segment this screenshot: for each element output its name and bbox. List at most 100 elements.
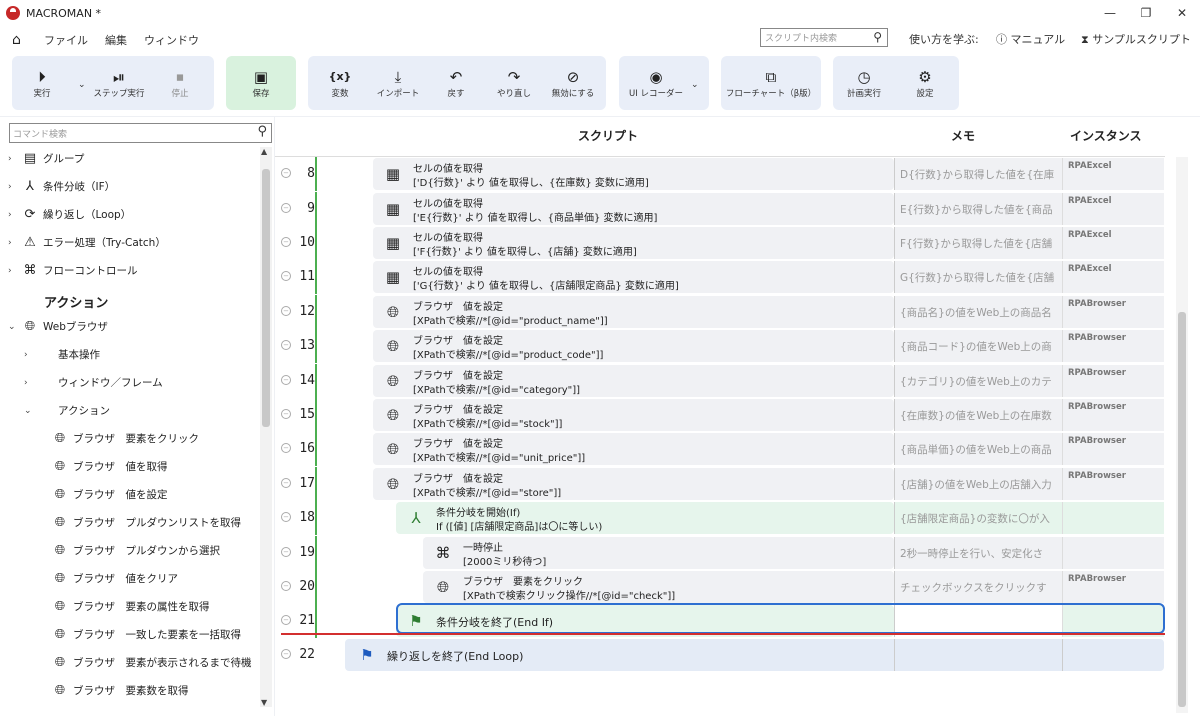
instance-cell[interactable]: RPABrowser xyxy=(1062,365,1164,397)
scroll-down-icon[interactable]: ▼ xyxy=(261,698,267,707)
instance-cell[interactable] xyxy=(1062,537,1164,569)
script-scroll-thumb[interactable] xyxy=(1178,312,1186,707)
script-row[interactable]: − 9 ▦ セルの値を取得 ['E{行数}' より 値を取得し、{商品単価} 変数に適用… xyxy=(275,192,1170,226)
script-row[interactable]: −22 ⚑ 繰り返しを終了(End Loop) xyxy=(275,638,1170,672)
sidebar-item-loop[interactable]: › ⟳ 繰り返し（Loop） xyxy=(8,207,131,222)
sidebar-action-item[interactable]: 🌐︎ ブラウザ 要素の属性を取得 xyxy=(52,599,210,614)
instance-cell[interactable]: RPAExcel xyxy=(1062,158,1164,190)
sidebar-scroll-thumb[interactable] xyxy=(262,169,270,427)
instance-cell[interactable]: RPABrowser xyxy=(1062,330,1164,362)
instance-cell[interactable]: RPAExcel xyxy=(1062,227,1164,259)
script-row[interactable]: −10 ▦ セルの値を取得 ['F{行数}' より 値を取得し、{店舗} 変数に適用]… xyxy=(275,226,1170,260)
sidebar-item-if[interactable]: › ⅄ 条件分岐（IF） xyxy=(8,179,115,194)
sidebar-action-item[interactable]: 🌐︎ ブラウザ 値をクリア xyxy=(52,571,178,586)
schedule-button[interactable]: ◷ 計画実行 xyxy=(841,56,887,110)
row-toggle-icon[interactable]: − xyxy=(281,478,291,488)
row-toggle-icon[interactable]: − xyxy=(281,203,291,213)
memo-cell[interactable]: {商品単価}の値をWeb上の商品 xyxy=(894,433,1062,465)
save-button[interactable]: ▣ 保存 xyxy=(238,56,284,110)
script-step-card[interactable]: ⌘ 一時停止 [2000ミリ秒待つ] xyxy=(423,537,894,569)
menu-file[interactable]: ファイル xyxy=(44,32,88,48)
menu-edit[interactable]: 編集 xyxy=(105,32,127,48)
sidebar-item-group[interactable]: › ▤ グループ xyxy=(8,151,84,166)
script-step-card[interactable]: 🌐︎ ブラウザ 値を設定 [XPathで検索//*[@id="unit_price"… xyxy=(373,433,894,465)
memo-cell[interactable]: {在庫数}の値をWeb上の在庫数 xyxy=(894,399,1062,431)
script-row[interactable]: −14 🌐︎ ブラウザ 値を設定 [XPathで検索//*[@id="category… xyxy=(275,364,1170,398)
script-row[interactable]: −11 ▦ セルの値を取得 ['G{行数}' より 値を取得し、{店舗限定商品} 変数… xyxy=(275,260,1170,294)
sidebar-item-window-frame[interactable]: › ウィンドウ／フレーム xyxy=(24,375,163,390)
memo-cell[interactable]: {店舗限定商品}の変数に〇が入 xyxy=(894,502,1062,534)
scroll-up-icon[interactable]: ▲ xyxy=(261,147,267,156)
row-toggle-icon[interactable]: − xyxy=(281,340,291,350)
import-button[interactable]: ⤓ インポート xyxy=(372,56,424,110)
script-step-card[interactable]: 🌐︎ ブラウザ 値を設定 [XPathで検索//*[@id="store"]] xyxy=(373,468,894,500)
instance-cell[interactable]: RPABrowser xyxy=(1062,296,1164,328)
row-toggle-icon[interactable]: − xyxy=(281,237,291,247)
script-row[interactable]: −17 🌐︎ ブラウザ 値を設定 [XPathで検索//*[@id="store"]]… xyxy=(275,467,1170,501)
instance-cell[interactable]: RPABrowser xyxy=(1062,571,1164,603)
script-step-card[interactable]: 🌐︎ ブラウザ 要素をクリック [XPathで検索クリック操作//*[@id="ch… xyxy=(423,571,894,603)
stop-button[interactable]: ⏹ 停止 xyxy=(158,56,202,110)
search-icon[interactable]: ⚲ xyxy=(257,124,267,139)
sidebar-action-item[interactable]: 🌐︎ ブラウザ 値を設定 xyxy=(52,487,168,502)
disable-button[interactable]: ⊘ 無効にする xyxy=(548,56,598,110)
script-step-card[interactable]: ▦ セルの値を取得 ['D{行数}' より 値を取得し、{在庫数} 変数に適用] xyxy=(373,158,894,190)
instance-cell[interactable]: RPAExcel xyxy=(1062,193,1164,225)
script-row[interactable]: −12 🌐︎ ブラウザ 値を設定 [XPathで検索//*[@id="product_… xyxy=(275,295,1170,329)
row-toggle-icon[interactable]: − xyxy=(281,375,291,385)
instance-cell[interactable]: RPABrowser xyxy=(1062,433,1164,465)
script-step-card[interactable]: ⚑ 繰り返しを終了(End Loop) xyxy=(345,639,1164,671)
row-toggle-icon[interactable]: − xyxy=(281,168,291,178)
memo-cell[interactable]: G{行数}から取得した値を{店舗 xyxy=(894,261,1062,293)
memo-cell[interactable]: 2秒一時停止を行い、安定化さ xyxy=(894,537,1062,569)
row-toggle-icon[interactable]: − xyxy=(281,306,291,316)
sidebar-action-item[interactable]: 🌐︎ ブラウザ プルダウンリストを取得 xyxy=(52,515,241,530)
script-step-card[interactable]: 🌐︎ ブラウザ 値を設定 [XPathで検索//*[@id="stock"]] xyxy=(373,399,894,431)
memo-cell[interactable]: {商品コード}の値をWeb上の商 xyxy=(894,330,1062,362)
settings-button[interactable]: ⚙ 設定 xyxy=(903,56,947,110)
sidebar-item-flow-control[interactable]: › ⌘ フローコントロール xyxy=(8,263,138,278)
script-step-card[interactable]: 🌐︎ ブラウザ 値を設定 [XPathで検索//*[@id="category"]] xyxy=(373,365,894,397)
script-row[interactable]: −16 🌐︎ ブラウザ 値を設定 [XPathで検索//*[@id="unit_pri… xyxy=(275,432,1170,466)
sidebar-action-item[interactable]: 🌐︎ ブラウザ 値を取得 xyxy=(52,459,168,474)
instance-cell[interactable]: RPABrowser xyxy=(1062,399,1164,431)
script-row[interactable]: − 8 ▦ セルの値を取得 ['D{行数}' より 値を取得し、{在庫数} 変数に適用]… xyxy=(275,157,1170,191)
recorder-dropdown-icon[interactable]: ⌄ xyxy=(691,80,699,90)
script-step-card[interactable]: ⅄ 条件分岐を開始(If) If ([値] [店舗限定商品]は〇に等しい) xyxy=(396,502,894,534)
ui-recorder-button[interactable]: ◉ UI レコーダー xyxy=(625,56,687,110)
close-button[interactable]: ✕ xyxy=(1164,0,1200,26)
redo-button[interactable]: ↷ やり直し xyxy=(492,56,536,110)
sidebar-action-item[interactable]: 🌐︎ ブラウザ 要素数を取得 xyxy=(52,683,189,698)
undo-button[interactable]: ↶ 戻す xyxy=(434,56,478,110)
sidebar-action-item[interactable]: 🌐︎ ブラウザ プルダウンから選択 xyxy=(52,543,220,558)
row-toggle-icon[interactable]: − xyxy=(281,615,291,625)
sidebar-item-web-browser[interactable]: ⌄ 🌐︎ Webブラウザ xyxy=(8,319,108,334)
instance-cell[interactable] xyxy=(1062,502,1164,534)
script-row[interactable]: −20 🌐︎ ブラウザ 要素をクリック [XPathで検索クリック操作//*[@id=… xyxy=(275,570,1170,604)
row-toggle-icon[interactable]: − xyxy=(281,547,291,557)
memo-cell[interactable]: {商品名}の値をWeb上の商品名 xyxy=(894,296,1062,328)
sidebar-item-basic-ops[interactable]: › 基本操作 xyxy=(24,347,100,362)
script-step-card[interactable]: ▦ セルの値を取得 ['G{行数}' より 値を取得し、{店舗限定商品} 変数に適用… xyxy=(373,261,894,293)
row-toggle-icon[interactable]: − xyxy=(281,581,291,591)
home-icon[interactable]: ⌂ xyxy=(12,32,26,48)
script-search-input[interactable]: スクリプト内検索 ⚲ xyxy=(760,28,888,47)
instance-cell[interactable]: RPABrowser xyxy=(1062,468,1164,500)
script-step-card[interactable]: ▦ セルの値を取得 ['F{行数}' より 値を取得し、{店舗} 変数に適用] xyxy=(373,227,894,259)
row-toggle-icon[interactable]: − xyxy=(281,409,291,419)
sample-script-link[interactable]: ⧗ サンプルスクリプト xyxy=(1081,31,1191,47)
run-button[interactable]: ⏵ 実行 xyxy=(20,56,64,110)
search-icon[interactable]: ⚲ xyxy=(873,30,882,44)
row-toggle-icon[interactable]: − xyxy=(281,443,291,453)
memo-cell[interactable]: D{行数}から取得した値を{在庫 xyxy=(894,158,1062,190)
menu-window[interactable]: ウィンドウ xyxy=(144,32,199,48)
row-toggle-icon[interactable]: − xyxy=(281,271,291,281)
sidebar-action-item[interactable]: 🌐︎ ブラウザ 一致した要素を一括取得 xyxy=(52,627,241,642)
memo-cell[interactable]: {店舗}の値をWeb上の店舗入力 xyxy=(894,468,1062,500)
sidebar-scrollbar[interactable]: ▲ ▼ xyxy=(260,147,272,707)
sidebar-action-item[interactable]: 🌐︎ ブラウザ 要素が表示されるまで待機 xyxy=(52,655,252,670)
sidebar-item-try-catch[interactable]: › ⚠ エラー処理（Try-Catch） xyxy=(8,235,166,250)
script-scrollbar[interactable] xyxy=(1176,157,1188,713)
manual-link[interactable]: ⓘ マニュアル xyxy=(996,31,1065,47)
memo-cell[interactable]: F{行数}から取得した値を{店舗 xyxy=(894,227,1062,259)
